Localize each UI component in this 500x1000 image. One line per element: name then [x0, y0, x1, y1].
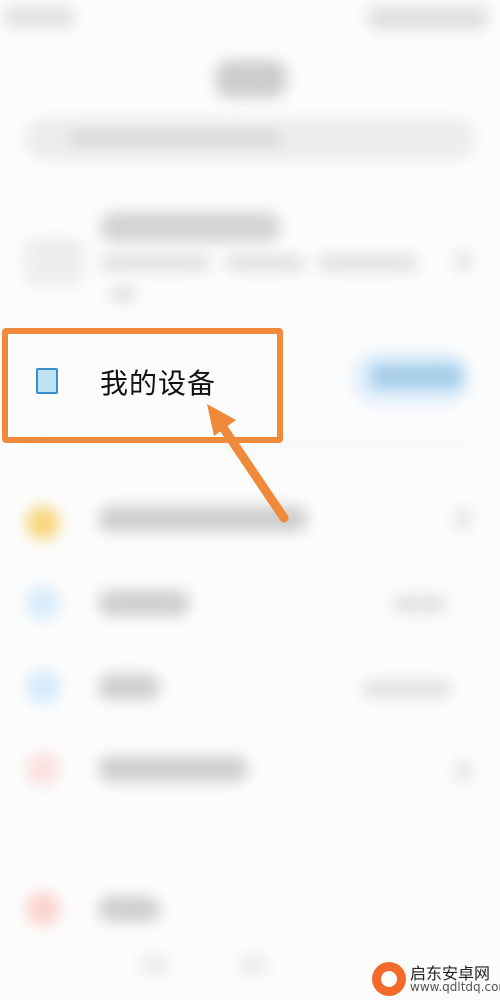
account-avatar[interactable] [24, 238, 84, 286]
chevron-right-icon [455, 250, 471, 272]
account-subtitle [100, 255, 210, 271]
settings-item-icon [26, 506, 60, 540]
settings-item-label[interactable] [98, 756, 248, 782]
nav-bar-button[interactable] [240, 955, 268, 975]
chevron-right-icon [455, 760, 471, 782]
page-title [215, 60, 287, 98]
watermark-logo-icon [372, 962, 406, 996]
chevron-right-icon [455, 508, 471, 530]
account-subtitle [225, 255, 305, 271]
search-placeholder [70, 130, 280, 146]
account-subtitle [110, 286, 136, 302]
status-bar-indicators [368, 6, 488, 30]
account-subtitle [318, 255, 418, 271]
phone-icon [36, 368, 58, 394]
settings-item-icon [26, 892, 60, 926]
watermark: 启东安卓网 www.qdltdq.com [372, 960, 500, 1000]
settings-item-label[interactable] [98, 590, 190, 616]
settings-item-value [362, 680, 452, 698]
settings-item-value [392, 595, 447, 613]
settings-item-label[interactable] [98, 896, 160, 922]
watermark-url: www.qdltdq.com [410, 980, 500, 994]
settings-item-label[interactable] [98, 674, 160, 700]
settings-item-icon [26, 752, 60, 786]
account-name [100, 212, 280, 242]
device-model-text [372, 364, 462, 388]
blurred-settings-background [0, 0, 500, 1000]
settings-item-icon [26, 670, 60, 704]
settings-item-label[interactable] [98, 506, 308, 532]
my-device-label[interactable]: 我的设备 [100, 362, 216, 402]
nav-bar-button[interactable] [140, 955, 168, 975]
status-bar-time [4, 6, 74, 28]
divider [30, 445, 470, 447]
settings-item-icon [26, 586, 60, 620]
